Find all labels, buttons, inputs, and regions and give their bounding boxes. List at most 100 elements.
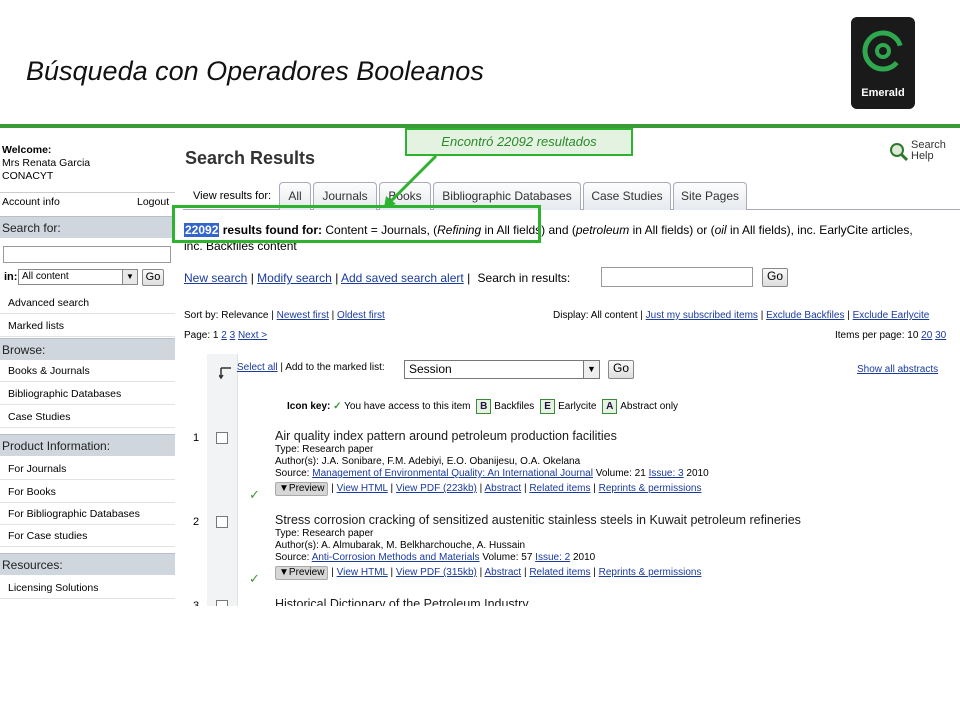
welcome-block: Welcome: Mrs Renata Garcia CONACYT bbox=[0, 128, 175, 183]
view-html-link[interactable]: View HTML bbox=[337, 483, 388, 494]
emerald-e-icon bbox=[862, 30, 904, 72]
exclude-backfiles-link[interactable]: Exclude Backfiles bbox=[766, 310, 844, 321]
result-checkbox[interactable] bbox=[216, 516, 228, 528]
user-name: Mrs Renata Garcia bbox=[2, 157, 91, 169]
show-all-abstracts-link[interactable]: Show all abstracts bbox=[857, 364, 938, 375]
search-in-results-label: Search in results: bbox=[477, 271, 571, 285]
view-pdf-link[interactable]: View PDF (223kb) bbox=[396, 483, 477, 494]
chevron-down-icon: ▼ bbox=[122, 270, 137, 284]
new-search-link[interactable]: New search bbox=[184, 271, 247, 285]
search-actions-row: New search | Modify search | Add saved s… bbox=[184, 271, 571, 285]
next-page-link[interactable]: Next > bbox=[238, 330, 267, 341]
page-2-link[interactable]: 2 bbox=[221, 330, 227, 341]
source-link[interactable]: Anti-Corrosion Methods and Materials bbox=[312, 552, 480, 563]
search-in-results-input[interactable] bbox=[601, 267, 753, 287]
result-source-line: Source: Management of Environmental Qual… bbox=[275, 468, 955, 480]
product-info-heading: Product Information: bbox=[0, 434, 175, 456]
display-subscribed-link[interactable]: Just my subscribed items bbox=[646, 310, 758, 321]
account-info-link[interactable]: Account info bbox=[2, 196, 60, 208]
source-link[interactable]: Management of Environmental Quality: An … bbox=[312, 468, 593, 479]
view-pdf-link[interactable]: View PDF (315kb) bbox=[396, 567, 477, 578]
preview-button[interactable]: ▼Preview bbox=[275, 482, 329, 496]
source-label: Source: bbox=[275, 468, 310, 479]
sort-label: Sort by: Relevance | bbox=[184, 310, 274, 321]
sort-oldest-link[interactable]: Oldest first bbox=[337, 310, 385, 321]
result-checkbox[interactable] bbox=[216, 432, 228, 444]
icon-key-label: Icon key: bbox=[287, 401, 331, 412]
slide-title: Búsqueda con Operadores Booleanos bbox=[26, 56, 484, 86]
display-label: Display: All content | bbox=[553, 310, 643, 321]
sidebar-item-for-bibliographic-databases[interactable]: For Bibliographic Databases bbox=[0, 503, 175, 525]
sidebar-item-books-journals[interactable]: Books & Journals bbox=[0, 360, 175, 382]
sidebar-item-advanced-search[interactable]: Advanced search bbox=[0, 292, 175, 314]
exclude-earlycite-link[interactable]: Exclude Earlycite bbox=[853, 310, 930, 321]
related-items-link[interactable]: Related items bbox=[529, 483, 590, 494]
sidebar-item-for-case-studies[interactable]: For Case studies bbox=[0, 525, 175, 547]
result-type: Type: Research paper bbox=[275, 444, 374, 455]
sidebar-item-marked-lists[interactable]: Marked lists bbox=[0, 315, 175, 337]
tab-case-studies[interactable]: Case Studies bbox=[583, 182, 671, 210]
pagination: Page: 1 2 3 Next > bbox=[184, 330, 267, 341]
abstract-link[interactable]: Abstract bbox=[484, 567, 521, 578]
source-label: Source: bbox=[275, 552, 310, 563]
search-help-link[interactable]: Search Help bbox=[911, 140, 946, 162]
abstract-only-icon: A bbox=[602, 399, 618, 414]
result-actions: ▼Preview | View HTML | View PDF (223kb) … bbox=[275, 482, 955, 496]
key-earlycite-text: Earlycite bbox=[558, 401, 597, 412]
sidebar-item-for-journals[interactable]: For Journals bbox=[0, 458, 175, 480]
sidebar-item-for-books[interactable]: For Books bbox=[0, 481, 175, 503]
magnifier-icon[interactable] bbox=[889, 142, 909, 162]
items-per-page-20[interactable]: 20 bbox=[921, 330, 932, 341]
sidebar-item-licensing-solutions[interactable]: Licensing Solutions bbox=[0, 577, 175, 599]
search-scope-value: All content bbox=[22, 271, 69, 282]
issue-link[interactable]: Issue: 2 bbox=[535, 552, 570, 563]
search-in-results-go-button[interactable]: Go bbox=[762, 268, 788, 287]
marked-list-go-button[interactable]: Go bbox=[608, 360, 634, 379]
add-to-marked-label: Add to the marked list: bbox=[285, 362, 385, 373]
tab-site-pages[interactable]: Site Pages bbox=[673, 182, 747, 210]
select-all-link[interactable]: Select all bbox=[237, 362, 278, 373]
sidebar-item-bibliographic-databases[interactable]: Bibliographic Databases bbox=[0, 383, 175, 405]
sidebar-go-button[interactable]: Go bbox=[142, 269, 164, 286]
search-scope-select[interactable]: All content ▼ bbox=[18, 269, 138, 285]
modify-search-link[interactable]: Modify search bbox=[257, 271, 332, 285]
issue-link[interactable]: Issue: 3 bbox=[649, 468, 684, 479]
result-checkbox[interactable] bbox=[216, 600, 228, 606]
result-title[interactable]: Air quality index pattern around petrole… bbox=[275, 429, 955, 444]
reprints-link[interactable]: Reprints & permissions bbox=[599, 567, 702, 578]
sort-newest-link[interactable]: Newest first bbox=[277, 310, 329, 321]
sidebar-search-input[interactable] bbox=[3, 246, 171, 263]
items-per-page-30[interactable]: 30 bbox=[935, 330, 946, 341]
result-type: Type: Research paper bbox=[275, 528, 374, 539]
key-backfiles-text: Backfiles bbox=[494, 401, 535, 412]
page-3-link[interactable]: 3 bbox=[230, 330, 236, 341]
result-title[interactable]: Historical Dictionary of the Petroleum I… bbox=[275, 597, 955, 606]
items-per-page-label: Items per page: 10 bbox=[835, 330, 919, 341]
account-row: Account info Logout bbox=[0, 192, 175, 210]
result-source-line: Source: Anti-Corrosion Methods and Mater… bbox=[275, 552, 955, 564]
results-highlight-box bbox=[172, 205, 541, 243]
add-saved-search-alert-link[interactable]: Add saved search alert bbox=[341, 271, 464, 285]
marked-list-value: Session bbox=[409, 362, 452, 376]
result-number: 2 bbox=[193, 516, 200, 528]
select-row: Select all | Add to the marked list: bbox=[237, 362, 385, 373]
abstract-link[interactable]: Abstract bbox=[484, 483, 521, 494]
reprints-link[interactable]: Reprints & permissions bbox=[599, 483, 702, 494]
result-title[interactable]: Stress corrosion cracking of sensitized … bbox=[275, 513, 955, 528]
result-number: 3 bbox=[193, 600, 200, 606]
related-items-link[interactable]: Related items bbox=[529, 567, 590, 578]
sidebar-item-case-studies[interactable]: Case Studies bbox=[0, 406, 175, 428]
logout-link[interactable]: Logout bbox=[137, 196, 169, 208]
preview-button[interactable]: ▼Preview bbox=[275, 566, 329, 580]
emerald-logo: Emerald bbox=[851, 17, 915, 109]
items-per-page: Items per page: 10 20 30 bbox=[835, 330, 946, 341]
result-body: Historical Dictionary of the Petroleum I… bbox=[275, 597, 955, 606]
result-body: Air quality index pattern around petrole… bbox=[275, 429, 955, 496]
browse-heading: Browse: bbox=[0, 338, 175, 360]
result-authors: Author(s): J.A. Sonibare, F.M. Adebiyi, … bbox=[275, 456, 581, 467]
welcome-label: Welcome: bbox=[2, 144, 52, 156]
search-for-heading: Search for: bbox=[0, 216, 175, 238]
marked-list-select[interactable]: Session ▼ bbox=[404, 360, 600, 379]
display-row: Display: All content | Just my subscribe… bbox=[553, 310, 930, 321]
view-html-link[interactable]: View HTML bbox=[337, 567, 388, 578]
